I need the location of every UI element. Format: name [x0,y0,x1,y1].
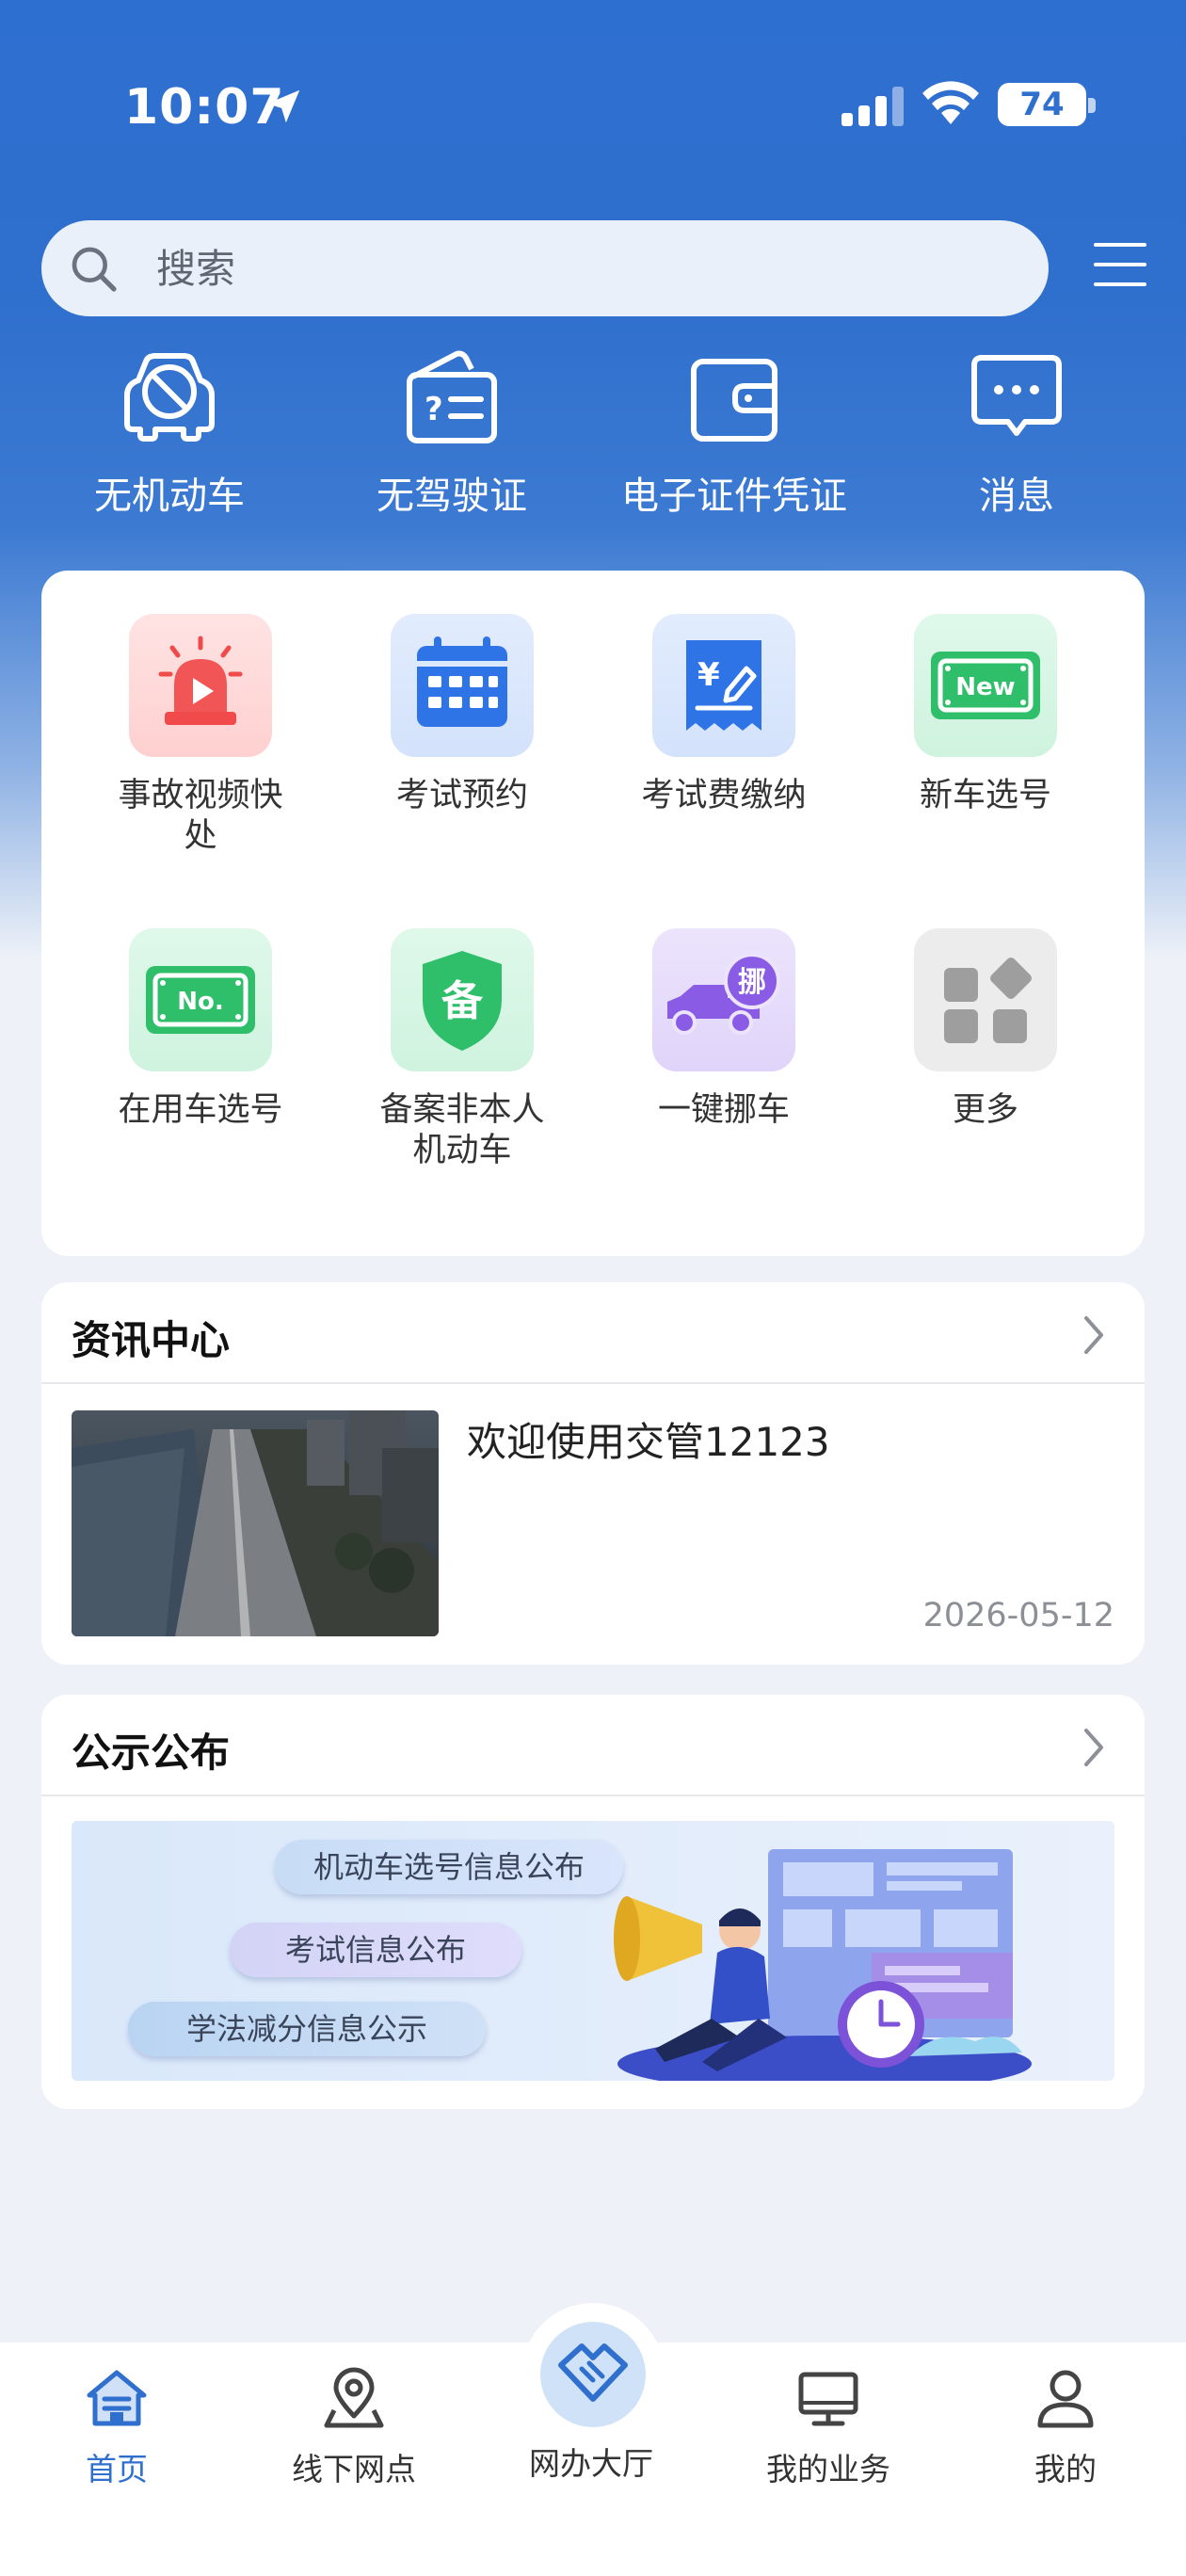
service-label: 更多 [952,1091,1018,1129]
menu-line [1094,282,1146,286]
highway-photo [72,1410,439,1636]
service-tile: 挪 [652,928,795,1071]
user-icon [1037,2370,1094,2428]
chevron-right-icon[interactable] [1081,1314,1107,1356]
online-hall-button-inner [540,2322,646,2427]
quick-action-e-license[interactable]: 电子证件凭证 [593,348,875,520]
tab-my-business[interactable]: 我的业务 [734,2365,922,2489]
svg-text:挪: 挪 [738,966,766,999]
handshake-icon [558,2343,628,2402]
wallet-icon [691,359,777,442]
monitor-icon [798,2372,858,2426]
svg-text:?: ? [425,391,443,428]
tab-label: 首页 [86,2451,148,2487]
service-tile: New [914,614,1057,757]
service-label: 事故视频快处 [118,777,283,855]
service-grid-card: 事故视频快处 考试预约 ¥ 考试费缴纳 New 新车选号 No. 在用车选号 备… [41,571,1145,1256]
news-item-date: 2026-05-12 [922,1597,1114,1634]
notice-card: 公示公布 机动车选号信息公布 考试信息公布 学法减分信息公示 [41,1695,1145,2109]
service-used-plate[interactable]: No. 在用车选号 [70,928,331,1131]
service-label: 新车选号 [919,777,1051,814]
new-plate-icon: New [931,652,1040,719]
service-more[interactable]: 更多 [855,928,1116,1131]
quick-action-messages[interactable]: 消息 [875,348,1158,520]
news-card: 资讯中心 欢迎使用交管12123 2026-05-12 [41,1282,1145,1665]
notice-pill-points[interactable]: 学法减分信息公示 [128,2002,486,2056]
quick-action-label: 无机动车 [94,475,245,518]
quick-action-label: 电子证件凭证 [621,475,847,518]
message-icon [971,355,1062,436]
more-grid-icon [944,958,1032,1043]
home-icon [87,2370,147,2426]
service-tile [129,614,272,757]
tow-truck-icon: 挪 [667,953,780,1035]
license-question-icon: ? [407,350,497,443]
battery-tip [1088,98,1096,113]
quick-action-label: 无驾驶证 [377,475,527,518]
tab-label: 线下网点 [292,2451,416,2487]
quick-action-no-license[interactable]: ? 无驾驶证 [311,348,593,520]
car-prohibited-icon [124,353,215,442]
wifi-icon [922,81,979,124]
svg-text:备: 备 [441,977,484,1025]
cellular-signal-icon [841,87,904,126]
service-label: 考试预约 [395,777,528,814]
service-tile [914,928,1057,1071]
notice-pill-plate[interactable]: 机动车选号信息公布 [275,1840,623,1894]
megaphone-illustration [614,1849,1032,2081]
quick-action-no-vehicle[interactable]: 无机动车 [28,348,311,520]
service-tile: 备 [391,928,534,1071]
menu-line [1094,243,1146,247]
tab-label: 我的业务 [766,2451,890,2487]
service-new-plate[interactable]: New 新车选号 [855,614,1116,816]
status-time: 10:07 [124,79,285,136]
service-exam-fee[interactable]: ¥ 考试费缴纳 [593,614,855,816]
service-move-car[interactable]: 挪 一键挪车 [593,928,855,1131]
service-tile: No. [129,928,272,1071]
chevron-right-icon[interactable] [1081,1727,1107,1768]
service-exam-booking[interactable]: 考试预约 [331,614,593,816]
tab-home[interactable]: 首页 [23,2365,211,2489]
quick-actions: 无机动车 ? 无驾驶证 电子证件凭证 消息 [0,348,1186,537]
news-thumbnail[interactable] [72,1410,439,1636]
service-tile: ¥ [652,614,795,757]
quick-action-label: 消息 [979,475,1054,518]
service-label: 一键挪车 [657,1091,790,1129]
service-label: 考试费缴纳 [641,777,807,814]
tab-me[interactable]: 我的 [971,2365,1160,2489]
notice-pill-exam[interactable]: 考试信息公布 [230,1923,521,1977]
receipt-yen-icon: ¥ [686,640,761,731]
tab-offline-outlets[interactable]: 线下网点 [260,2365,448,2489]
notice-section-title: 公示公布 [72,1730,231,1776]
online-hall-button[interactable] [521,2303,665,2446]
search-bar[interactable] [41,220,1049,316]
no-plate-icon: No. [146,966,255,1034]
siren-video-icon [158,636,243,725]
shield-record-icon: 备 [423,951,502,1051]
service-accident-video[interactable]: 事故视频快处 [70,614,331,857]
location-pin-icon [324,2367,384,2428]
search-input[interactable] [156,220,1003,316]
location-arrow-icon [266,89,300,123]
status-bar: 10:07 74 [0,0,1186,188]
service-record-vehicle[interactable]: 备 备案非本人机动车 [331,928,593,1171]
notice-banner[interactable]: 机动车选号信息公布 考试信息公布 学法减分信息公示 [72,1821,1114,2081]
battery-indicator: 74 [998,83,1086,126]
menu-button[interactable] [1094,243,1150,290]
svg-text:¥: ¥ [697,656,720,694]
tab-label: 我的 [1034,2451,1097,2487]
battery-level: 74 [1019,86,1065,123]
news-item-title[interactable]: 欢迎使用交管12123 [467,1410,830,1468]
svg-text:No.: No. [177,988,224,1016]
calendar-icon [417,636,507,727]
service-label: 在用车选号 [118,1091,283,1129]
divider [41,1382,1145,1384]
menu-line [1094,263,1146,266]
search-icon [72,247,117,292]
svg-text:New: New [955,673,1015,701]
divider [41,1795,1145,1796]
news-section-title: 资讯中心 [72,1317,231,1363]
service-tile [391,614,534,757]
service-label: 备案非本人机动车 [379,1091,545,1169]
